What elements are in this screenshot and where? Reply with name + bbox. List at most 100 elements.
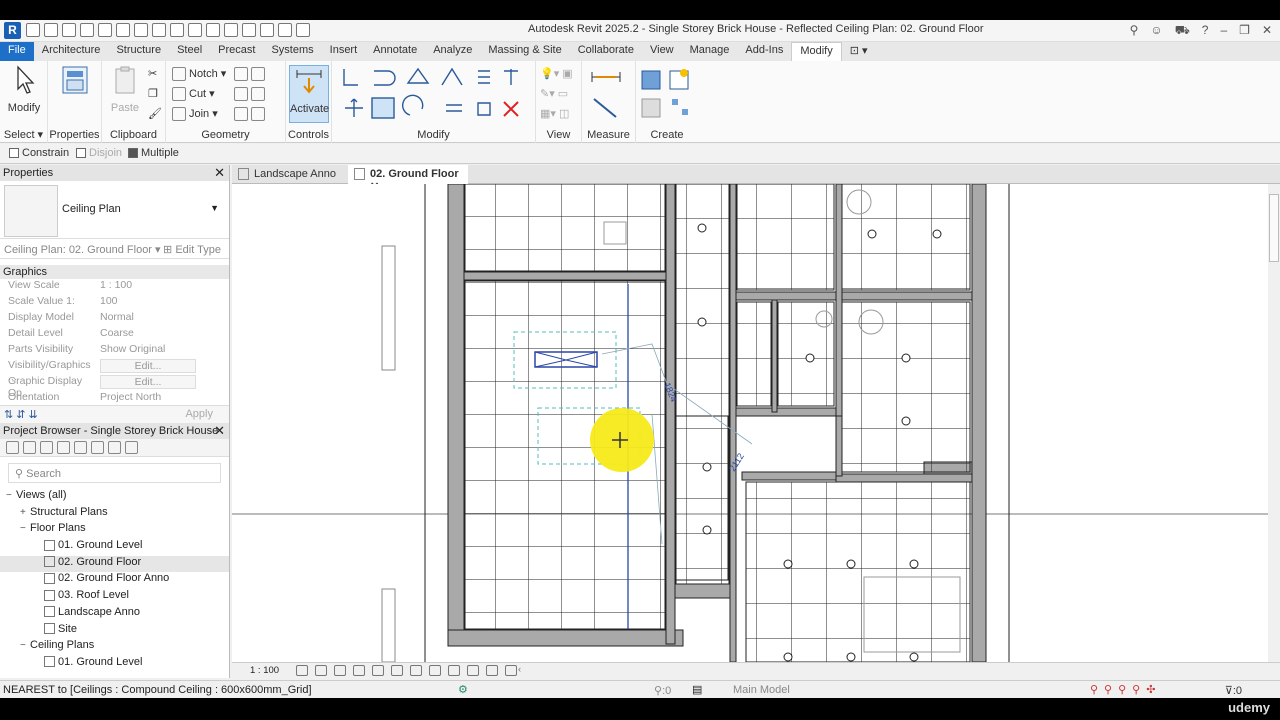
prop-value[interactable]: Show Original <box>100 343 229 359</box>
ceiling-grid-bedroom[interactable] <box>745 481 971 662</box>
sort-icons[interactable]: ⇅ ⇵ ⇊ <box>4 408 38 421</box>
binoculars-icon[interactable]: ⚲ <box>1130 23 1139 39</box>
graphics-group-header[interactable]: Graphics <box>0 265 229 279</box>
unlock-3d-icon[interactable] <box>410 665 422 676</box>
edit-type-button[interactable]: ⊞ Edit Type <box>163 243 221 256</box>
minimize-icon[interactable]: – <box>1220 23 1227 39</box>
dimension-icon[interactable] <box>188 23 202 37</box>
close-hidden-icon[interactable] <box>278 23 292 37</box>
redo-icon[interactable] <box>116 23 130 37</box>
families-icon[interactable] <box>74 441 87 454</box>
user-icon[interactable]: ☺ <box>1150 23 1162 39</box>
chevron-down-icon[interactable]: ▼ <box>210 203 219 213</box>
measure-tools-icons[interactable] <box>590 67 630 121</box>
detail-level-icon[interactable] <box>296 665 308 676</box>
tab-collaborate[interactable]: Collaborate <box>570 42 642 61</box>
geometry-tool-1[interactable] <box>234 67 268 81</box>
join-button[interactable]: Join ▾ <box>172 107 218 122</box>
constrain-checkbox[interactable]: Constrain <box>9 147 69 159</box>
schedules-icon[interactable] <box>57 441 70 454</box>
view-scale[interactable]: 1 : 100 <box>250 665 279 676</box>
select-dropdown[interactable]: Select ▾ <box>0 128 47 141</box>
notch-button[interactable]: Notch ▾ <box>172 67 226 82</box>
modify-tools-icons[interactable] <box>338 65 533 125</box>
home-icon[interactable] <box>26 23 40 37</box>
sun-path-icon[interactable] <box>334 665 346 676</box>
tree-item[interactable]: + Structural Plans <box>0 506 229 523</box>
tab-steel[interactable]: Steel <box>169 42 210 61</box>
copy-icon[interactable]: ❐ <box>148 87 158 100</box>
tree-item[interactable]: − Floor Plans <box>0 522 229 539</box>
crop-view-icon[interactable] <box>372 665 384 676</box>
open-icon[interactable] <box>44 23 58 37</box>
restore-icon[interactable]: ❐ <box>1239 23 1250 39</box>
show-crop-icon[interactable] <box>391 665 403 676</box>
properties-button[interactable] <box>58 65 92 102</box>
tab-architecture[interactable]: Architecture <box>34 42 109 61</box>
home-view-icon[interactable] <box>6 441 19 454</box>
editing-requests[interactable]: ⚲:0 <box>654 684 671 697</box>
apply-button[interactable]: Apply <box>185 408 213 420</box>
design-options-icon[interactable]: ▤ <box>692 683 702 696</box>
type-selector[interactable]: Ceiling Plan ▼ <box>0 181 229 239</box>
ceiling-grid-room[interactable] <box>841 301 971 473</box>
tree-item[interactable]: 02. Ground Floor Anno <box>0 572 229 589</box>
visibility-graphics-edit-button[interactable]: Edit... <box>100 359 196 373</box>
scroll-left-icon[interactable]: ‹ <box>518 664 521 675</box>
match-type-icon[interactable]: 🖌 <box>148 107 162 120</box>
browser-search-input[interactable]: ⚲ Search <box>8 463 221 483</box>
undo-icon[interactable] <box>98 23 112 37</box>
3d-view-icon[interactable] <box>242 23 256 37</box>
tab-precast[interactable]: Precast <box>210 42 263 61</box>
links-icon[interactable] <box>108 441 121 454</box>
ceiling-grid-closet[interactable] <box>777 301 835 407</box>
tab-add-ins[interactable]: Add-Ins <box>737 42 791 61</box>
tab-landscape-anno[interactable]: Landscape Anno <box>232 165 346 184</box>
tree-item[interactable]: 03. Roof Level <box>0 589 229 606</box>
instance-filter[interactable]: Ceiling Plan: 02. Ground Floor ▾ ⊞ Edit T… <box>0 239 229 259</box>
prop-value[interactable]: Coarse <box>100 327 229 343</box>
sheets-icon[interactable] <box>40 441 53 454</box>
tree-toggle-icon[interactable]: − <box>20 523 30 534</box>
switch-windows-icon[interactable] <box>296 23 310 37</box>
highlight-displacement-icon[interactable] <box>486 665 498 676</box>
ceiling-grid-bath[interactable] <box>841 184 971 291</box>
save-icon[interactable] <box>62 23 76 37</box>
tab-structure[interactable]: Structure <box>108 42 169 61</box>
help-icon[interactable]: ? <box>1202 23 1209 39</box>
visual-style-icon[interactable] <box>315 665 327 676</box>
vertical-scrollbar[interactable] <box>1268 184 1280 662</box>
tree-toggle-icon[interactable]: − <box>20 640 30 651</box>
tree-item[interactable]: 01. Ground Level <box>0 539 229 556</box>
text-icon[interactable] <box>224 23 238 37</box>
ceiling-grid-room[interactable] <box>736 184 835 291</box>
activate-button[interactable]: Activate <box>289 65 329 123</box>
tree-item[interactable]: − Ceiling Plans <box>0 639 229 656</box>
create-tools-icons[interactable] <box>638 65 694 125</box>
drawing-canvas[interactable]: 1824 2112 <box>232 184 1268 662</box>
tab-analyze[interactable]: Analyze <box>425 42 480 61</box>
section-icon[interactable] <box>260 23 274 37</box>
ceiling-grid-hall[interactable] <box>675 415 729 581</box>
workset-icon[interactable]: ⚙ <box>458 683 468 696</box>
hide-element-icon[interactable]: 💡▾ ▣ <box>540 67 573 80</box>
ribbon-display-toggle-icon[interactable]: ⊡ ▾ <box>842 42 876 61</box>
cut-scissors-icon[interactable]: ✂ <box>148 67 157 80</box>
tree-item[interactable]: 02. Ground Floor <box>0 555 229 573</box>
linework-icon[interactable]: ▦▾ ◫ <box>540 107 569 120</box>
graphic-display-edit-button[interactable]: Edit... <box>100 375 196 389</box>
reveal-constraints-icon[interactable] <box>505 665 517 676</box>
ceiling-grid-top[interactable] <box>464 184 666 272</box>
disjoin-checkbox[interactable]: Disjoin <box>76 147 122 159</box>
cut-button[interactable]: Cut ▾ <box>172 87 215 102</box>
sync-icon[interactable] <box>80 23 94 37</box>
temporary-hide-icon[interactable] <box>429 665 441 676</box>
multiple-checkbox[interactable]: Multiple <box>128 147 179 159</box>
print-icon[interactable] <box>134 23 148 37</box>
tab-insert[interactable]: Insert <box>322 42 366 61</box>
tab-massing-site[interactable]: Massing & Site <box>480 42 569 61</box>
tree-item[interactable]: Site <box>0 623 229 640</box>
measure-icon[interactable] <box>170 23 184 37</box>
cart-icon[interactable]: ⛟ <box>1175 23 1190 39</box>
ceiling-grid-closet[interactable] <box>736 301 772 407</box>
